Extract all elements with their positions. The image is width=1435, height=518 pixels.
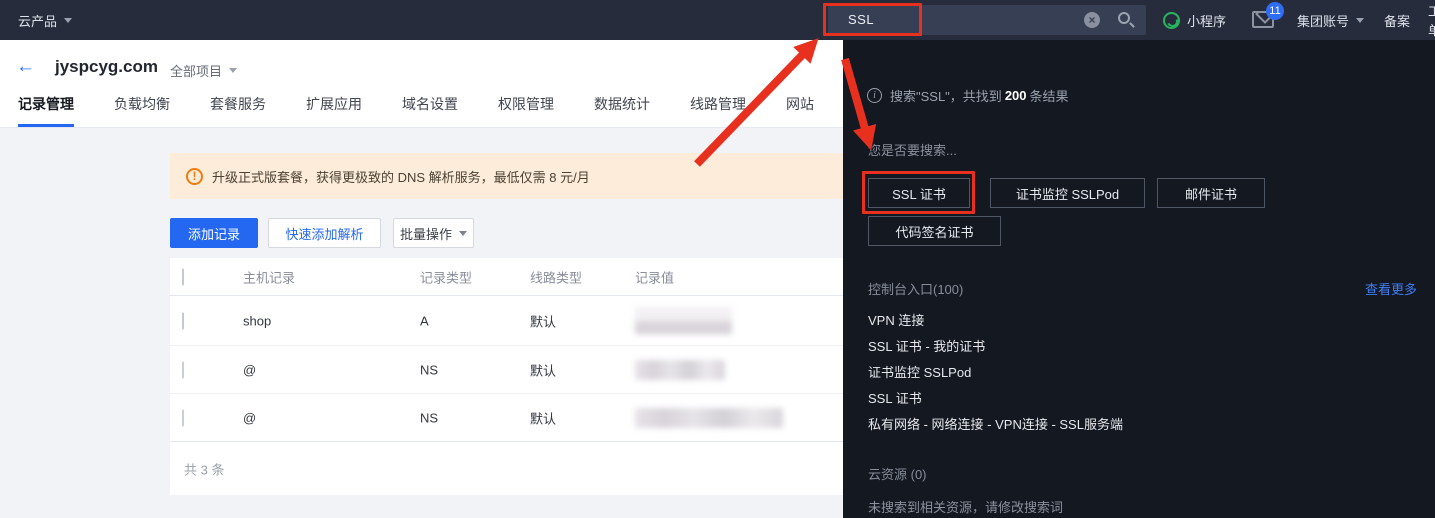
suggest-button-mail-cert[interactable]: 邮件证书	[1157, 178, 1265, 208]
tab-bar: 记录管理 负载均衡 套餐服务 扩展应用 域名设置 权限管理 数据统计 线路管理 …	[18, 94, 814, 127]
search-result-summary: i 搜索"SSL"，共找到 200 条结果	[867, 86, 1069, 105]
table-header-row: 主机记录 记录类型 线路类型 记录值	[170, 258, 843, 296]
cloud-products-menu[interactable]: 云产品	[18, 0, 72, 40]
tab-record-management[interactable]: 记录管理	[18, 94, 74, 127]
search-icon[interactable]	[1118, 12, 1130, 24]
page-header: ← jyspcyg.com 全部项目 记录管理 负载均衡 套餐服务 扩展应用 域…	[0, 40, 843, 128]
console-entry-vpn[interactable]: VPN 连接	[868, 310, 924, 329]
record-line: 默认	[530, 360, 556, 379]
suggest-button-code-sign-cert[interactable]: 代码签名证书	[868, 216, 1001, 246]
dns-record-table: 主机记录 记录类型 线路类型 记录值 shop A 默认 @ NS 默认 @ N…	[170, 258, 843, 495]
record-host: @	[243, 362, 256, 377]
record-line: 默认	[530, 311, 556, 330]
result-count: 200	[1005, 88, 1027, 103]
tab-load-balancing[interactable]: 负载均衡	[114, 94, 170, 127]
chevron-down-icon	[1356, 18, 1364, 23]
tab-statistics[interactable]: 数据统计	[594, 94, 650, 127]
icp-filing-label: 备案	[1384, 11, 1410, 30]
table-row[interactable]: @ NS 默认	[170, 345, 843, 393]
messages-button[interactable]: 11	[1252, 11, 1274, 28]
clipped-menu-item[interactable]: 工单	[1428, 0, 1435, 40]
upgrade-banner-text: 升级正式版套餐，获得更极致的 DNS 解析服务，最低仅需 8 元/月	[212, 167, 590, 186]
console-entry-sslpod[interactable]: 证书监控 SSLPod	[868, 362, 971, 381]
view-more-link[interactable]: 查看更多	[1365, 279, 1417, 298]
record-type: NS	[420, 410, 438, 425]
console-section-title: 控制台入口(100)	[868, 279, 963, 298]
icp-filing-link[interactable]: 备案	[1384, 0, 1410, 40]
mini-program-icon	[1163, 12, 1180, 29]
page: 云产品 SSL × 小程序 11 集团账号 备案 工单 ← jysp	[0, 0, 1435, 518]
column-header-line: 线路类型	[530, 267, 582, 286]
add-record-button[interactable]: 添加记录	[170, 218, 258, 248]
search-results-panel: i 搜索"SSL"，共找到 200 条结果 您是否要搜索... SSL 证书 证…	[843, 40, 1435, 518]
result-summary-suffix: 条结果	[1030, 86, 1069, 105]
suggest-button-sslpod[interactable]: 证书监控 SSLPod	[990, 178, 1145, 208]
table-row[interactable]: shop A 默认	[170, 296, 843, 345]
console-entry-ssl-cert[interactable]: SSL 证书	[868, 388, 922, 407]
record-type: A	[420, 313, 429, 328]
group-account-menu[interactable]: 集团账号	[1297, 0, 1364, 40]
annotation-box-search	[823, 3, 922, 36]
message-count-badge: 11	[1266, 2, 1284, 20]
record-host: shop	[243, 313, 271, 328]
console-entry-vpc-ssl[interactable]: 私有网络 - 网络连接 - VPN连接 - SSL服务端	[868, 414, 1123, 433]
record-host: @	[243, 410, 256, 425]
chevron-down-icon	[459, 231, 467, 236]
resource-section-title: 云资源 (0)	[868, 464, 927, 483]
chevron-down-icon	[229, 68, 237, 73]
redacted-record-value	[635, 360, 725, 380]
row-checkbox[interactable]	[182, 361, 184, 378]
select-all-checkbox[interactable]	[182, 268, 184, 285]
column-header-host: 主机记录	[243, 267, 295, 286]
topbar: 云产品 SSL × 小程序 11 集团账号 备案 工单	[0, 0, 1435, 40]
clear-search-icon[interactable]: ×	[1084, 12, 1100, 28]
result-summary-prefix: 搜索"SSL"，共找到	[890, 86, 1002, 105]
group-account-label: 集团账号	[1297, 11, 1349, 30]
quick-add-button[interactable]: 快速添加解析	[268, 218, 381, 248]
back-icon[interactable]: ←	[16, 56, 35, 78]
console-entry-my-certs[interactable]: SSL 证书 - 我的证书	[868, 336, 985, 355]
row-checkbox[interactable]	[182, 409, 184, 426]
info-icon: i	[867, 88, 882, 103]
record-line: 默认	[530, 408, 556, 427]
column-header-type: 记录类型	[420, 267, 472, 286]
upgrade-banner: ! 升级正式版套餐，获得更极致的 DNS 解析服务，最低仅需 8 元/月	[170, 153, 843, 199]
mini-program-label: 小程序	[1187, 11, 1226, 30]
chevron-down-icon	[64, 18, 72, 23]
tab-website[interactable]: 网站	[786, 94, 814, 127]
batch-actions-dropdown[interactable]: 批量操作	[393, 218, 474, 248]
redacted-record-value	[635, 307, 732, 334]
mini-program-menu[interactable]: 小程序	[1163, 0, 1226, 40]
table-row[interactable]: @ NS 默认	[170, 393, 843, 441]
domain-title: jyspcyg.com	[55, 57, 158, 77]
row-checkbox[interactable]	[182, 312, 184, 329]
annotation-box-ssl-cert	[862, 171, 975, 214]
tab-domain-settings[interactable]: 域名设置	[402, 94, 458, 127]
project-filter-dropdown[interactable]: 全部项目	[170, 61, 237, 80]
tab-plan-service[interactable]: 套餐服务	[210, 94, 266, 127]
total-count-text: 共 3 条	[184, 459, 224, 478]
tab-extensions[interactable]: 扩展应用	[306, 94, 362, 127]
record-type: NS	[420, 362, 438, 377]
warning-icon: !	[186, 168, 203, 185]
resource-empty-text: 未搜索到相关资源，请修改搜索词	[868, 497, 1063, 516]
tab-permissions[interactable]: 权限管理	[498, 94, 554, 127]
table-footer: 共 3 条	[170, 441, 843, 495]
cloud-products-label: 云产品	[18, 11, 57, 30]
redacted-record-value	[635, 408, 783, 428]
column-header-value: 记录值	[635, 267, 674, 286]
